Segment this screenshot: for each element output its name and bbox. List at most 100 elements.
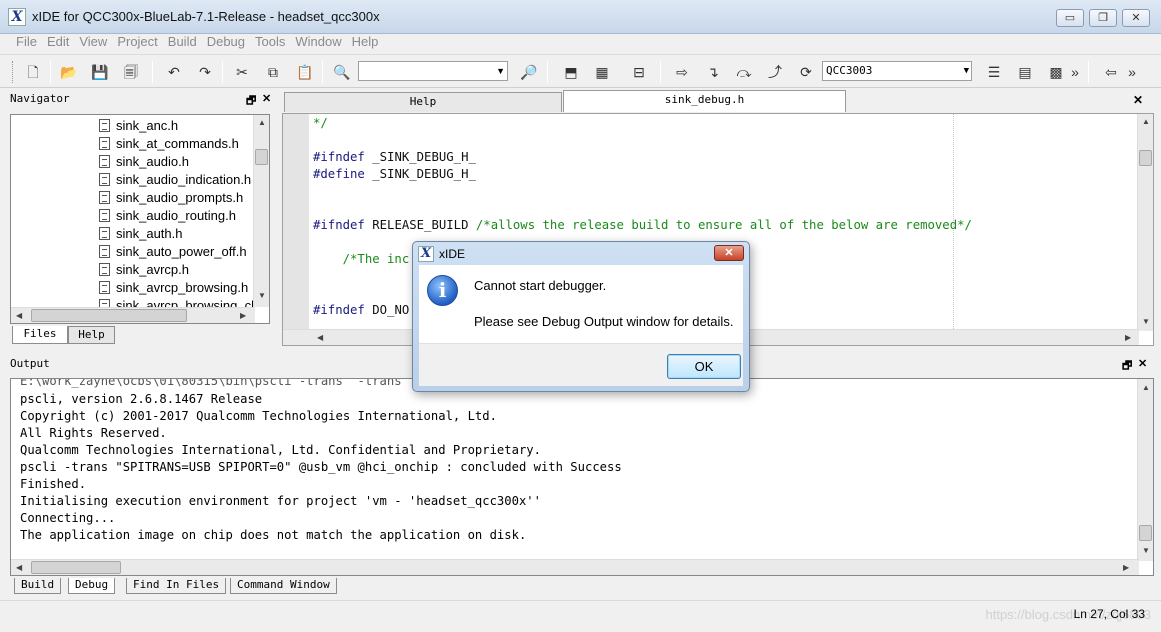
cut-icon[interactable]: ✂ bbox=[231, 62, 253, 82]
clean-icon[interactable]: ⊟ bbox=[628, 62, 650, 82]
copy-icon[interactable]: ⧉ bbox=[262, 62, 284, 82]
scroll-right-icon[interactable]: ▶ bbox=[240, 311, 246, 320]
menu-file[interactable]: File bbox=[11, 34, 42, 50]
open-folder-icon[interactable]: 📂 bbox=[58, 62, 80, 82]
tree-item[interactable]: sink_audio_routing.h bbox=[99, 207, 236, 225]
tree-item[interactable]: sink_auth.h bbox=[99, 225, 183, 243]
scroll-down-icon[interactable]: ▼ bbox=[1142, 317, 1150, 326]
menu-window[interactable]: Window bbox=[290, 34, 346, 50]
scroll-up-icon[interactable]: ▲ bbox=[1142, 383, 1150, 392]
scroll-down-icon[interactable]: ▼ bbox=[258, 291, 266, 300]
float-pane-icon[interactable]: 🗗 bbox=[1122, 357, 1132, 376]
toolbar-separator bbox=[152, 61, 153, 83]
run-icon[interactable]: ⇨ bbox=[671, 62, 693, 82]
build-icon[interactable]: ⬒ bbox=[560, 62, 582, 82]
save-all-icon[interactable]: 🗐 bbox=[120, 62, 142, 82]
navigator-file-tree[interactable]: sink_anc.h sink_at_commands.h sink_audio… bbox=[10, 114, 270, 324]
memory-icon[interactable]: ▤ bbox=[1014, 62, 1036, 82]
tree-item[interactable]: sink_anc.h bbox=[99, 117, 178, 135]
paste-icon[interactable]: 📋 bbox=[294, 62, 316, 82]
tree-item[interactable]: sink_at_commands.h bbox=[99, 135, 239, 153]
close-pane-icon[interactable]: ✕ bbox=[1138, 357, 1147, 370]
tree-item[interactable]: sink_auto_power_off.h bbox=[99, 243, 247, 261]
scroll-left-icon[interactable]: ◀ bbox=[317, 333, 323, 342]
undo-icon[interactable]: ↶ bbox=[163, 62, 185, 82]
find-combobox[interactable]: ▼ bbox=[358, 61, 508, 81]
output-vertical-scrollbar[interactable]: ▲ ▼ bbox=[1137, 379, 1153, 561]
tree-item[interactable]: sink_avrcp.h bbox=[99, 261, 189, 279]
tree-item[interactable]: sink_audio.h bbox=[99, 153, 189, 171]
close-window-button[interactable]: ✕ bbox=[1122, 9, 1150, 27]
menu-view[interactable]: View bbox=[74, 34, 112, 50]
tree-item[interactable]: sink_audio_prompts.h bbox=[99, 189, 243, 207]
redo-icon[interactable]: ↷ bbox=[194, 62, 216, 82]
step-over-icon[interactable]: ⤼ bbox=[733, 62, 755, 82]
output-line: pscli, version 2.6.8.1467 Release bbox=[20, 392, 263, 406]
scroll-down-icon[interactable]: ▼ bbox=[1142, 546, 1150, 555]
scrollbar-thumb[interactable] bbox=[31, 561, 121, 574]
chip-select[interactable]: QCC3003 ▼ bbox=[822, 61, 972, 81]
rebuild-icon[interactable]: ▦ bbox=[591, 62, 613, 82]
scroll-left-icon[interactable]: ◀ bbox=[16, 311, 22, 320]
tab-files[interactable]: Files bbox=[12, 326, 68, 344]
ok-button[interactable]: OK bbox=[667, 354, 741, 379]
close-pane-icon[interactable]: ✕ bbox=[262, 92, 271, 105]
menu-edit[interactable]: Edit bbox=[42, 34, 74, 50]
editor-vertical-scrollbar[interactable]: ▲ ▼ bbox=[1137, 114, 1153, 331]
back-icon[interactable]: ⇦ bbox=[1100, 62, 1122, 82]
step-out-icon[interactable]: ⤴ bbox=[764, 62, 786, 82]
scrollbar-thumb[interactable] bbox=[1139, 150, 1152, 166]
scrollbar-thumb[interactable] bbox=[255, 149, 268, 165]
header-file-icon bbox=[99, 137, 110, 150]
tree-item[interactable]: sink_audio_indication.h bbox=[99, 171, 251, 189]
chevron-down-icon[interactable]: ▼ bbox=[496, 62, 505, 80]
scroll-left-icon[interactable]: ◀ bbox=[16, 563, 22, 572]
scroll-up-icon[interactable]: ▲ bbox=[258, 118, 266, 127]
toolbar-grip[interactable] bbox=[12, 61, 15, 83]
new-file-icon[interactable]: 🗋 bbox=[22, 62, 44, 82]
output-horizontal-scrollbar[interactable]: ◀ ▶ bbox=[11, 559, 1139, 575]
tab-help[interactable]: Help bbox=[68, 326, 115, 344]
code-token: #ifndef bbox=[313, 150, 365, 164]
scroll-up-icon[interactable]: ▲ bbox=[1142, 117, 1150, 126]
step-icon[interactable]: ⟳ bbox=[795, 62, 817, 82]
navigator-horizontal-scrollbar[interactable]: ◀ ▶ bbox=[11, 307, 255, 323]
scrollbar-thumb[interactable] bbox=[31, 309, 187, 322]
tab-build[interactable]: Build bbox=[14, 578, 62, 594]
tab-find-in-files[interactable]: Find In Files bbox=[126, 578, 227, 594]
menu-build[interactable]: Build bbox=[163, 34, 202, 50]
scroll-right-icon[interactable]: ▶ bbox=[1125, 333, 1131, 342]
code-line: #ifndef _SINK_DEBUG_H_ bbox=[313, 149, 476, 166]
code-token: _SINK_DEBUG_H_ bbox=[364, 150, 476, 164]
save-icon[interactable]: 💾 bbox=[89, 62, 111, 82]
find-icon[interactable]: 🔍 bbox=[331, 62, 353, 82]
scrollbar-thumb[interactable] bbox=[1139, 525, 1152, 541]
disassembly-icon[interactable]: ☰ bbox=[983, 62, 1005, 82]
editor-gutter bbox=[283, 114, 309, 331]
tab-help-doc[interactable]: Help bbox=[284, 92, 562, 112]
menu-help[interactable]: Help bbox=[347, 34, 384, 50]
minimize-button[interactable]: ▭ bbox=[1056, 9, 1084, 27]
dialog-detail: Please see Debug Output window for detai… bbox=[474, 314, 734, 329]
toolbar-overflow-button[interactable]: » bbox=[1068, 62, 1082, 82]
menu-project[interactable]: Project bbox=[112, 34, 162, 50]
output-console[interactable]: E:\work_zayne\ocbs\01\80315\bin\pscli -t… bbox=[10, 378, 1154, 576]
scroll-right-icon[interactable]: ▶ bbox=[1123, 563, 1129, 572]
menu-tools[interactable]: Tools bbox=[250, 34, 290, 50]
tab-debug[interactable]: Debug bbox=[68, 578, 116, 594]
registers-icon[interactable]: ▩ bbox=[1045, 62, 1067, 82]
step-into-icon[interactable]: ↴ bbox=[702, 62, 724, 82]
find-in-files-icon[interactable]: 🔎 bbox=[518, 62, 540, 82]
app-logo-icon: X bbox=[8, 8, 26, 26]
menu-debug[interactable]: Debug bbox=[202, 34, 250, 50]
float-pane-icon[interactable]: 🗗 bbox=[246, 92, 256, 111]
navigator-vertical-scrollbar[interactable]: ▲ ▼ bbox=[253, 115, 269, 307]
toolbar-overflow-button-2[interactable]: » bbox=[1125, 62, 1139, 82]
tree-item[interactable]: sink_avrcp_browsing.h bbox=[99, 279, 248, 297]
restore-button[interactable]: ❐ bbox=[1089, 9, 1117, 27]
tab-command-window[interactable]: Command Window bbox=[230, 578, 337, 594]
dialog-close-button[interactable]: ✕ bbox=[714, 245, 744, 261]
tab-sink-debug[interactable]: sink_debug.h bbox=[563, 90, 846, 112]
close-editor-icon[interactable]: ✕ bbox=[1133, 93, 1143, 107]
chevron-down-icon[interactable]: ▼ bbox=[964, 62, 969, 80]
